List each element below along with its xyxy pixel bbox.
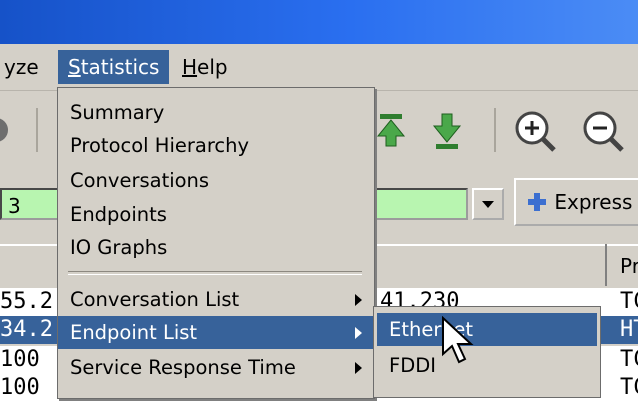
column-header-protocol[interactable]: Pr (620, 254, 638, 278)
submenu-arrow-icon (355, 362, 362, 374)
menu-item-conversations[interactable]: Conversations (58, 164, 374, 197)
row-cell-source: 100 (0, 347, 40, 372)
plus-icon (528, 193, 546, 211)
menu-help[interactable]: Help (172, 50, 238, 84)
menu-item-label: Conversation List (70, 288, 240, 311)
zoom-out-icon[interactable] (580, 108, 626, 154)
row-cell-protocol: TC (620, 347, 638, 372)
menu-item-conversation-list[interactable]: Conversation List (58, 283, 374, 316)
row-cell-protocol: TC (620, 289, 638, 314)
toolbar-partial-icon[interactable] (0, 112, 16, 148)
menu-analyze[interactable]: yze (0, 50, 49, 84)
menu-statistics-rest: tatistics (80, 55, 160, 79)
expression-button-label: Express (554, 190, 633, 214)
row-cell-protocol: HT (620, 317, 638, 342)
chevron-down-icon (482, 201, 494, 208)
toolbar-separator (36, 108, 38, 152)
menu-statistics[interactable]: Statistics (58, 50, 170, 84)
menu-item-service-response-time[interactable]: Service Response Time (58, 351, 374, 384)
row-cell-source: 34.2 (0, 317, 53, 342)
menu-item-protocol-hierarchy[interactable]: Protocol Hierarchy (58, 129, 374, 162)
zoom-in-icon[interactable] (512, 108, 558, 154)
menu-separator (68, 271, 362, 275)
mouse-pointer-icon (441, 315, 475, 366)
menu-item-endpoint-list[interactable]: Endpoint List (58, 316, 374, 349)
row-cell-source: 55.2 (0, 289, 53, 314)
filter-history-dropdown[interactable] (472, 188, 504, 220)
row-cell-protocol: TC (620, 375, 638, 400)
column-divider (605, 244, 607, 286)
go-to-first-packet-icon[interactable] (372, 108, 412, 152)
menu-item-io-graphs[interactable]: IO Graphs (58, 231, 374, 264)
submenu-arrow-icon (355, 294, 362, 306)
expression-button[interactable]: Express (514, 178, 638, 226)
endpoint-list-submenu: Ethernet FDDI (373, 306, 601, 398)
statistics-menu: Summary Protocol Hierarchy Conversations… (57, 87, 375, 399)
submenu-item-fddi[interactable]: FDDI (377, 349, 597, 382)
menu-item-summary[interactable]: Summary (58, 96, 374, 129)
toolbar-separator (494, 108, 496, 152)
menu-help-rest: elp (197, 55, 228, 79)
menu-item-label: Service Response Time (70, 356, 296, 379)
menu-item-label: Endpoint List (70, 321, 198, 344)
menu-item-endpoints[interactable]: Endpoints (58, 198, 374, 231)
submenu-arrow-icon (355, 327, 362, 339)
submenu-item-ethernet[interactable]: Ethernet (377, 313, 597, 346)
go-to-last-packet-icon[interactable] (428, 108, 468, 152)
row-cell-source: 100 (0, 375, 40, 400)
window-title-bar[interactable] (0, 0, 638, 44)
